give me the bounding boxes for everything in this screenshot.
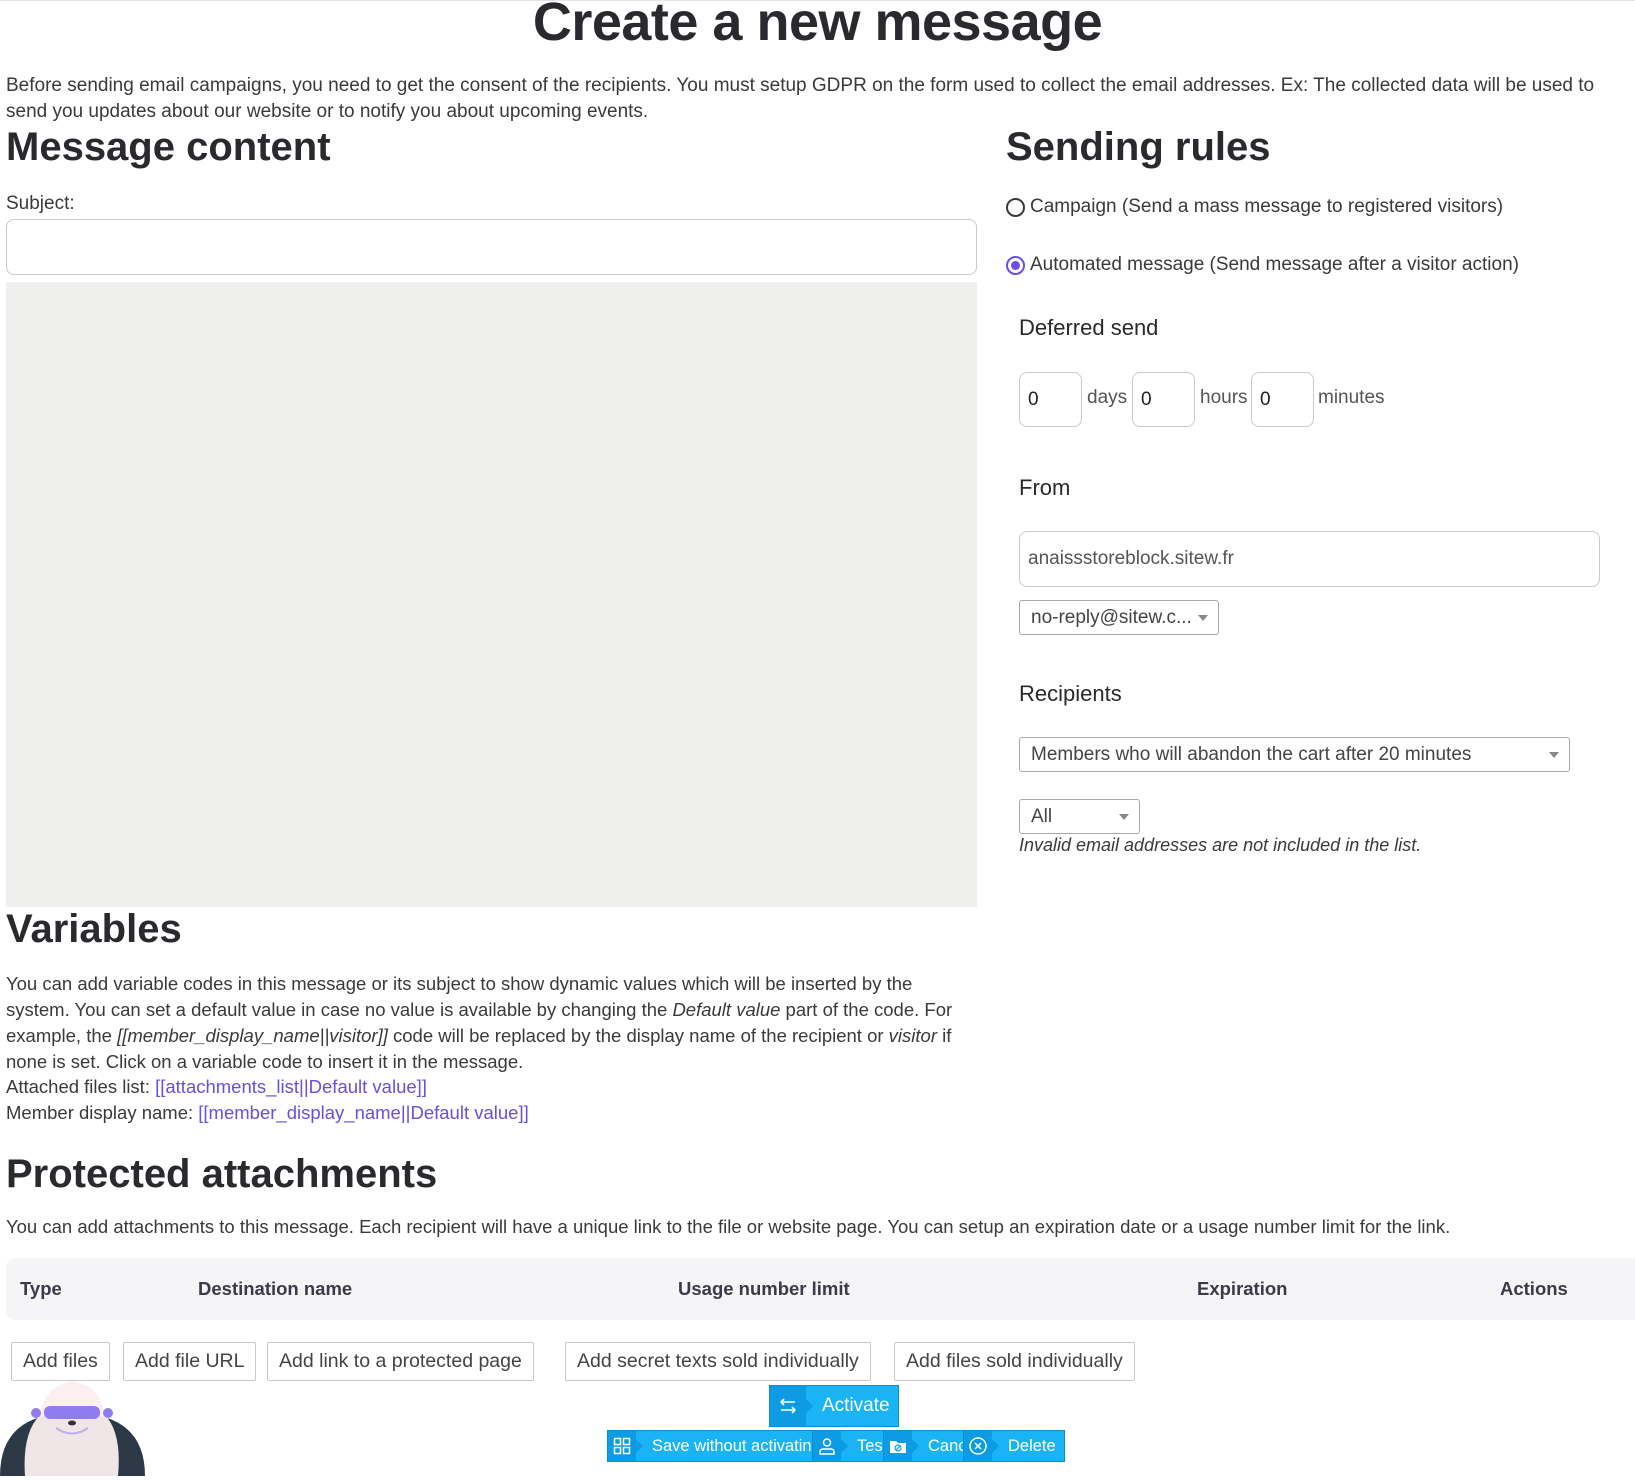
protected-attachments-heading: Protected attachments <box>6 1152 438 1196</box>
variables-desc-emphasis: Default value <box>672 999 781 1020</box>
from-email-select[interactable]: no-reply@sitew.c... <box>1019 600 1219 635</box>
recipients-filter-select[interactable]: All <box>1019 799 1140 834</box>
subject-label: Subject: <box>6 193 75 214</box>
save-without-activating-label: Save without activating <box>652 1436 821 1455</box>
grid-icon <box>608 1431 643 1461</box>
variable-code-member-display-name[interactable]: [[member_display_name||Default value]] <box>198 1102 528 1123</box>
add-files-sold-individually-button[interactable]: Add files sold individually <box>894 1342 1135 1381</box>
chevron-down-icon <box>1119 813 1129 820</box>
variables-desc-text: code will be replaced by the display nam… <box>387 1025 889 1046</box>
folder-cancel-icon <box>884 1431 919 1461</box>
page-title: Create a new message <box>532 0 1103 52</box>
user-icon <box>813 1431 848 1461</box>
hours-label: hours <box>1200 387 1248 408</box>
deferred-hours-input[interactable] <box>1132 372 1195 427</box>
radio-campaign[interactable]: Campaign (Send a mass message to registe… <box>1006 196 1503 218</box>
deferred-days-input[interactable] <box>1019 372 1082 427</box>
chevron-down-icon <box>1549 751 1559 758</box>
message-editor[interactable] <box>6 282 977 907</box>
radio-automated-label: Automated message (Send message after a … <box>1030 254 1519 275</box>
swap-arrows-icon <box>770 1386 813 1426</box>
gdpr-intro-text: Before sending email campaigns, you need… <box>6 75 1595 122</box>
radio-campaign-circle[interactable] <box>1006 197 1025 217</box>
add-protected-page-link-button[interactable]: Add link to a protected page <box>267 1342 534 1381</box>
sending-rules-heading: Sending rules <box>1006 125 1271 169</box>
recipients-heading: Recipients <box>1019 681 1122 706</box>
chevron-down-icon <box>1198 614 1208 621</box>
from-name-input[interactable] <box>1019 531 1600 587</box>
variable-item-member-name: Member display name: [[member_display_na… <box>6 1102 529 1124</box>
delete-button[interactable]: Delete <box>963 1430 1065 1462</box>
circle-x-icon <box>964 1431 999 1461</box>
variable-code-attachments-list[interactable]: [[attachments_list||Default value]] <box>155 1076 427 1097</box>
variable-label: Attached files list: <box>6 1076 156 1097</box>
variables-desc-emphasis: visitor <box>888 1025 937 1046</box>
variables-desc-emphasis: [[member_display_name||visitor]] <box>117 1025 388 1046</box>
attachments-table-header: Type Destination name Usage number limit… <box>6 1258 1635 1320</box>
recipients-filter-select-value: All <box>1031 805 1053 827</box>
column-header-destination-name: Destination name <box>198 1278 353 1299</box>
days-label: days <box>1087 387 1128 408</box>
variables-description: You can add variable codes in this messa… <box>6 971 981 1075</box>
attachments-description: You can add attachments to this message.… <box>6 1216 1451 1237</box>
message-content-heading: Message content <box>6 125 331 169</box>
save-without-activating-button[interactable]: Save without activating <box>607 1430 830 1462</box>
deferred-send-heading: Deferred send <box>1019 315 1159 340</box>
recipients-group-select[interactable]: Members who will abandon the cart after … <box>1019 737 1570 772</box>
variables-heading: Variables <box>6 907 182 951</box>
add-secret-texts-button[interactable]: Add secret texts sold individually <box>565 1342 871 1381</box>
activate-label: Activate <box>822 1395 890 1416</box>
radio-automated-circle[interactable] <box>1006 255 1025 275</box>
variable-label: Member display name: <box>6 1102 199 1123</box>
recipients-hint: Invalid email addresses are not included… <box>1019 835 1422 855</box>
from-heading: From <box>1019 475 1071 500</box>
minutes-label: minutes <box>1318 387 1385 408</box>
radio-automated-message[interactable]: Automated message (Send message after a … <box>1006 254 1519 276</box>
deferred-minutes-input[interactable] <box>1251 372 1314 427</box>
from-email-select-value: no-reply@sitew.c... <box>1031 606 1192 628</box>
subject-input[interactable] <box>6 219 977 275</box>
delete-label: Delete <box>1008 1436 1056 1455</box>
variable-item-attachments: Attached files list: [[attachments_list|… <box>6 1076 427 1098</box>
column-header-actions: Actions <box>1500 1278 1568 1299</box>
column-header-expiration: Expiration <box>1197 1278 1288 1299</box>
recipients-group-select-value: Members who will abandon the cart after … <box>1031 743 1472 765</box>
yeti-mascot-avatar[interactable] <box>0 1373 145 1476</box>
column-header-type: Type <box>20 1278 62 1299</box>
column-header-usage-limit: Usage number limit <box>678 1278 850 1299</box>
activate-button[interactable]: Activate <box>769 1385 899 1427</box>
radio-campaign-label: Campaign (Send a mass message to registe… <box>1030 196 1504 217</box>
